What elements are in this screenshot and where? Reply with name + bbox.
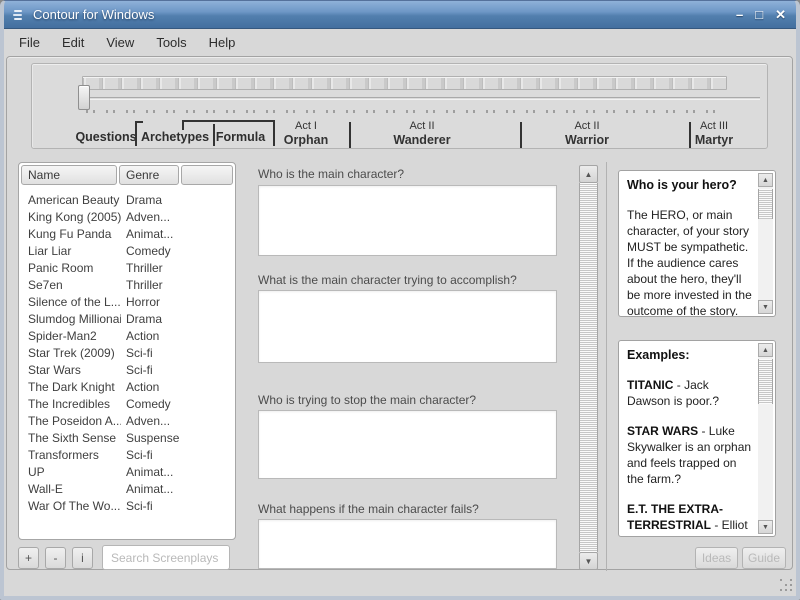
screenplay-row[interactable]: Panic RoomThriller xyxy=(19,261,235,278)
question-2-input[interactable] xyxy=(258,290,557,363)
timeline-track xyxy=(82,97,760,100)
column-header-name[interactable]: Name xyxy=(21,165,117,185)
menu-help[interactable]: Help xyxy=(198,32,247,53)
minimize-button[interactable]: – xyxy=(736,7,743,23)
screenplay-row[interactable]: Slumdog MillionaireDrama xyxy=(19,312,235,329)
menu-edit[interactable]: Edit xyxy=(51,32,95,53)
screenplay-row[interactable]: Liar LiarComedy xyxy=(19,244,235,261)
timeline-panel: Questions Archetypes Formula Act I Orpha… xyxy=(31,63,768,149)
close-button[interactable]: ✕ xyxy=(775,7,786,23)
question-1-label: Who is the main character? xyxy=(258,167,558,181)
screenplay-row[interactable]: The IncrediblesComedy xyxy=(19,397,235,414)
screenplay-row[interactable]: The Poseidon A...Adven... xyxy=(19,414,235,431)
timeline-act-3[interactable]: Act II Warrior xyxy=(537,120,637,147)
scrollbar-thumb[interactable] xyxy=(579,183,598,552)
question-4-label: What happens if the main character fails… xyxy=(258,502,558,516)
info-button[interactable]: i xyxy=(72,547,93,569)
column-header-blank[interactable] xyxy=(181,165,233,185)
scrollbar-thumb[interactable] xyxy=(758,189,773,219)
timeline-act-1[interactable]: Act I Orphan xyxy=(266,120,346,147)
remove-screenplay-button[interactable]: - xyxy=(45,547,66,569)
hero-help-box: Who is your hero? The HERO, or main char… xyxy=(618,170,776,317)
screenplay-row[interactable]: Kung Fu PandaAnimat... xyxy=(19,227,235,244)
screenplay-rows: American BeautyDrama King Kong (2005)Adv… xyxy=(19,193,235,516)
screenplay-row[interactable]: Se7enThriller xyxy=(19,278,235,295)
timeline-act-4[interactable]: Act III Martyr xyxy=(674,120,754,147)
timeline-filmstrip[interactable] xyxy=(82,76,727,90)
act-label: Act II xyxy=(372,120,472,133)
question-4-input[interactable] xyxy=(258,519,557,569)
client-area: Questions Archetypes Formula Act I Orpha… xyxy=(6,56,793,570)
screenplay-row[interactable]: UPAnimat... xyxy=(19,465,235,482)
example-entry: E.T. THE EXTRA-TERRESTRIAL - Elliot has … xyxy=(627,501,755,537)
screenplay-row[interactable]: Star Trek (2009)Sci-fi xyxy=(19,346,235,363)
title-bar: Contour for Windows – □ ✕ xyxy=(0,1,800,29)
screenplay-row[interactable]: Wall-EAnimat... xyxy=(19,482,235,499)
scrollbar-thumb[interactable] xyxy=(758,359,773,404)
question-1-input[interactable] xyxy=(258,185,557,256)
screenplay-row[interactable]: Spider-Man2Action xyxy=(19,329,235,346)
menu-file[interactable]: File xyxy=(8,32,51,53)
guide-button[interactable]: Guide xyxy=(742,547,786,569)
menu-tools[interactable]: Tools xyxy=(145,32,197,53)
act-label: Act III xyxy=(674,120,754,133)
timeline-ticks xyxy=(86,110,726,113)
scroll-up-button[interactable]: ▲ xyxy=(579,165,598,183)
example-entry: STAR WARS - Luke Skywalker is an orphan … xyxy=(627,423,755,487)
question-3-input[interactable] xyxy=(258,410,557,479)
panel-divider xyxy=(606,162,607,572)
add-screenplay-button[interactable]: + xyxy=(18,547,39,569)
act-name: Warrior xyxy=(537,133,637,147)
screenplay-row[interactable]: Silence of the L...Horror xyxy=(19,295,235,312)
screenplay-row[interactable]: War Of The Wo...Sci-fi xyxy=(19,499,235,516)
column-header-genre[interactable]: Genre xyxy=(119,165,179,185)
scroll-down-button[interactable]: ▼ xyxy=(758,520,773,534)
menu-bar: File Edit View Tools Help xyxy=(4,29,796,55)
hero-help-title: Who is your hero? xyxy=(627,178,737,192)
examples-help-box: Examples: TITANIC - Jack Dawson is poor.… xyxy=(618,340,776,537)
timeline-act-2[interactable]: Act II Wanderer xyxy=(372,120,472,147)
table-header: Name Genre xyxy=(20,164,234,186)
app-window: Contour for Windows – □ ✕ File Edit View… xyxy=(0,0,800,600)
ideas-button[interactable]: Ideas xyxy=(695,547,738,569)
scroll-up-button[interactable]: ▲ xyxy=(758,343,773,357)
screenplay-row[interactable]: The Sixth SenseSuspense xyxy=(19,431,235,448)
timeline-separator xyxy=(520,122,522,148)
timeline-separator xyxy=(349,122,351,148)
act-label: Act I xyxy=(266,120,346,133)
app-icon xyxy=(11,8,25,22)
question-3-label: Who is trying to stop the main character… xyxy=(258,393,558,407)
scroll-down-button[interactable]: ▼ xyxy=(579,552,598,570)
screenplay-row[interactable]: TransformersSci-fi xyxy=(19,448,235,465)
resize-grip[interactable] xyxy=(780,579,782,581)
search-input[interactable] xyxy=(102,545,230,570)
hero-help-body: The HERO, or main character, of your sto… xyxy=(627,208,752,317)
scroll-down-button[interactable]: ▼ xyxy=(758,300,773,314)
example-entry: TITANIC - Jack Dawson is poor.? xyxy=(627,377,755,409)
menu-view[interactable]: View xyxy=(95,32,145,53)
maximize-button[interactable]: □ xyxy=(755,7,763,23)
question-2-label: What is the main character trying to acc… xyxy=(258,273,558,287)
act-name: Orphan xyxy=(266,133,346,147)
screenplay-row[interactable]: American BeautyDrama xyxy=(19,193,235,210)
status-bar xyxy=(4,571,796,596)
act-name: Martyr xyxy=(674,133,754,147)
timeline-slider-thumb[interactable] xyxy=(78,85,90,110)
scroll-up-button[interactable]: ▲ xyxy=(758,173,773,187)
window-title: Contour for Windows xyxy=(33,7,154,22)
screenplay-row[interactable]: The Dark KnightAction xyxy=(19,380,235,397)
act-name: Wanderer xyxy=(372,133,472,147)
screenplay-row[interactable]: King Kong (2005)Adven... xyxy=(19,210,235,227)
screenplay-list-panel: Name Genre American BeautyDrama King Kon… xyxy=(18,162,236,540)
examples-title: Examples: xyxy=(627,348,690,362)
act-label: Act II xyxy=(537,120,637,133)
screenplay-row[interactable]: Star WarsSci-fi xyxy=(19,363,235,380)
